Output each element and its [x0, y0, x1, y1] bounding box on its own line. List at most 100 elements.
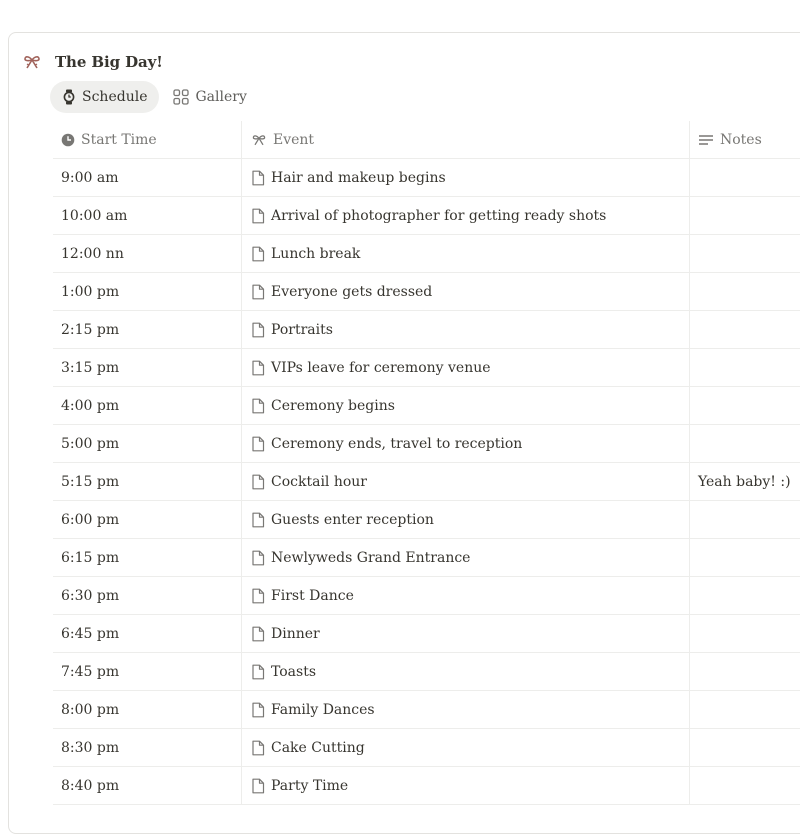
notes-cell[interactable] [689, 691, 800, 728]
start-time-cell[interactable]: 3:15 pm [53, 349, 241, 386]
event-cell[interactable]: Newlyweds Grand Entrance [241, 539, 689, 576]
notes-cell[interactable]: Yeah baby! :) [689, 463, 800, 500]
page-icon [252, 512, 265, 527]
start-time-cell[interactable]: 10:00 am [53, 197, 241, 234]
table-row[interactable]: 12:00 nn Lunch break [53, 235, 800, 273]
event-cell[interactable]: First Dance [241, 577, 689, 614]
start-time-value: 2:15 pm [61, 321, 120, 338]
table-row[interactable]: 3:15 pm VIPs leave for ceremony venue [53, 349, 800, 387]
event-cell[interactable]: Party Time [241, 767, 689, 804]
notes-cell[interactable] [689, 539, 800, 576]
event-value: Everyone gets dressed [271, 283, 433, 300]
notes-cell[interactable] [689, 653, 800, 690]
start-time-cell[interactable]: 12:00 nn [53, 235, 241, 272]
event-cell[interactable]: Cocktail hour [241, 463, 689, 500]
table-row[interactable]: 7:45 pm Toasts [53, 653, 800, 691]
event-cell[interactable]: Family Dances [241, 691, 689, 728]
start-time-value: 5:00 pm [61, 435, 120, 452]
event-value: Lunch break [271, 245, 361, 262]
database-title[interactable]: The Big Day! [55, 53, 163, 71]
event-value: Dinner [271, 625, 320, 642]
table-row[interactable]: 6:15 pm Newlyweds Grand Entrance [53, 539, 800, 577]
notes-cell[interactable] [689, 197, 800, 234]
table-header-row: Start Time Event Notes [53, 121, 800, 159]
notes-cell[interactable] [689, 235, 800, 272]
column-header-start-time[interactable]: Start Time [53, 121, 241, 158]
notes-cell[interactable] [689, 615, 800, 652]
start-time-cell[interactable]: 6:15 pm [53, 539, 241, 576]
notes-cell[interactable] [689, 729, 800, 766]
table-row[interactable]: 6:30 pm First Dance [53, 577, 800, 615]
table-row[interactable]: 2:15 pm Portraits [53, 311, 800, 349]
event-cell[interactable]: Toasts [241, 653, 689, 690]
start-time-value: 3:15 pm [61, 359, 120, 376]
notes-cell[interactable] [689, 273, 800, 310]
start-time-value: 6:15 pm [61, 549, 120, 566]
page-icon [252, 664, 265, 679]
tab-gallery-label: Gallery [195, 89, 247, 105]
page-icon [252, 702, 265, 717]
event-cell[interactable]: Ceremony ends, travel to reception [241, 425, 689, 462]
table-row[interactable]: 5:15 pm Cocktail hour Yeah baby! :) [53, 463, 800, 501]
start-time-cell[interactable]: 1:00 pm [53, 273, 241, 310]
table-row[interactable]: 8:40 pm Party Time [53, 767, 800, 805]
notes-cell[interactable] [689, 311, 800, 348]
page-icon [252, 246, 265, 261]
table-row[interactable]: 8:00 pm Family Dances [53, 691, 800, 729]
page-icon [252, 170, 265, 185]
event-cell[interactable]: Ceremony begins [241, 387, 689, 424]
start-time-cell[interactable]: 6:00 pm [53, 501, 241, 538]
event-cell[interactable]: Portraits [241, 311, 689, 348]
event-cell[interactable]: VIPs leave for ceremony venue [241, 349, 689, 386]
start-time-cell[interactable]: 6:30 pm [53, 577, 241, 614]
event-value: Family Dances [271, 701, 375, 718]
column-header-notes[interactable]: Notes [689, 121, 800, 158]
text-lines-icon [699, 134, 713, 145]
tab-gallery[interactable]: Gallery [161, 81, 258, 113]
table-row[interactable]: 6:00 pm Guests enter reception [53, 501, 800, 539]
table-row[interactable]: 10:00 am Arrival of photographer for get… [53, 197, 800, 235]
table-row[interactable]: 1:00 pm Everyone gets dressed [53, 273, 800, 311]
start-time-value: 8:30 pm [61, 739, 120, 756]
start-time-cell[interactable]: 4:00 pm [53, 387, 241, 424]
column-header-event[interactable]: Event [241, 121, 689, 158]
event-value: Cake Cutting [271, 739, 365, 756]
event-cell[interactable]: Guests enter reception [241, 501, 689, 538]
page-icon [252, 778, 265, 793]
start-time-cell[interactable]: 6:45 pm [53, 615, 241, 652]
table-row[interactable]: 8:30 pm Cake Cutting [53, 729, 800, 767]
notes-cell[interactable] [689, 387, 800, 424]
table-row[interactable]: 4:00 pm Ceremony begins [53, 387, 800, 425]
start-time-cell[interactable]: 8:30 pm [53, 729, 241, 766]
table-row[interactable]: 5:00 pm Ceremony ends, travel to recepti… [53, 425, 800, 463]
notes-cell[interactable] [689, 767, 800, 804]
table-row[interactable]: 6:45 pm Dinner [53, 615, 800, 653]
event-cell[interactable]: Hair and makeup begins [241, 159, 689, 196]
start-time-value: 8:40 pm [61, 777, 120, 794]
table-row[interactable]: 9:00 am Hair and makeup begins [53, 159, 800, 197]
start-time-cell[interactable]: 9:00 am [53, 159, 241, 196]
start-time-cell[interactable]: 8:40 pm [53, 767, 241, 804]
page-icon [252, 550, 265, 565]
start-time-cell[interactable]: 5:00 pm [53, 425, 241, 462]
start-time-cell[interactable]: 8:00 pm [53, 691, 241, 728]
notes-cell[interactable] [689, 577, 800, 614]
tab-schedule[interactable]: Schedule [50, 81, 160, 113]
start-time-cell[interactable]: 7:45 pm [53, 653, 241, 690]
start-time-cell[interactable]: 5:15 pm [53, 463, 241, 500]
notes-cell[interactable] [689, 501, 800, 538]
event-cell[interactable]: Dinner [241, 615, 689, 652]
event-cell[interactable]: Lunch break [241, 235, 689, 272]
page-icon [252, 322, 265, 337]
event-cell[interactable]: Arrival of photographer for getting read… [241, 197, 689, 234]
page-icon [252, 740, 265, 755]
notes-cell[interactable] [689, 159, 800, 196]
event-value: Ceremony ends, travel to reception [271, 435, 523, 452]
start-time-value: 7:45 pm [61, 663, 120, 680]
notes-cell[interactable] [689, 349, 800, 386]
start-time-cell[interactable]: 2:15 pm [53, 311, 241, 348]
event-value: Ceremony begins [271, 397, 395, 414]
notes-cell[interactable] [689, 425, 800, 462]
event-cell[interactable]: Everyone gets dressed [241, 273, 689, 310]
event-cell[interactable]: Cake Cutting [241, 729, 689, 766]
